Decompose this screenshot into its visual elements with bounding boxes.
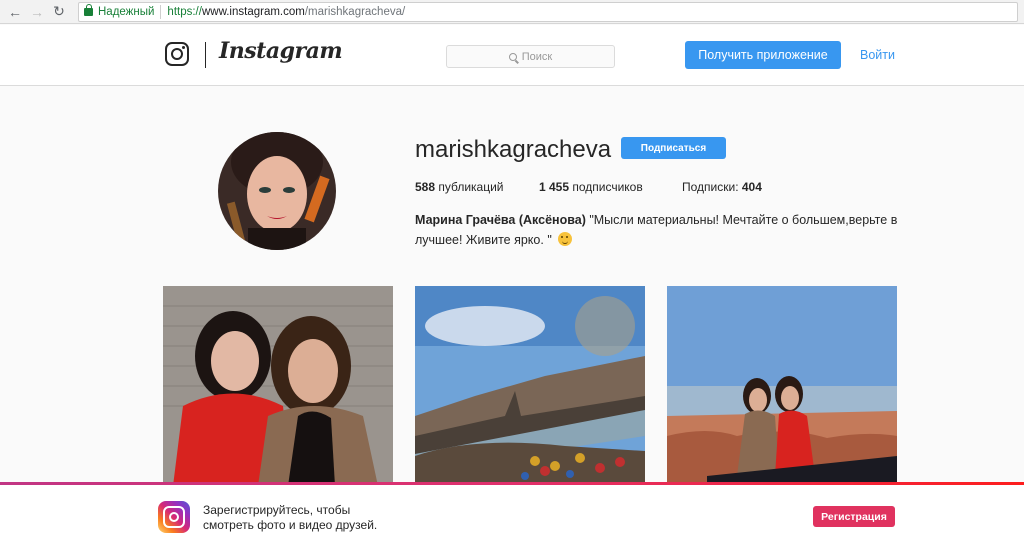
post-thumbnail-3[interactable]: [667, 286, 897, 486]
profile-bio: Марина Грачёва (Аксёнова) "Мысли материа…: [415, 210, 905, 250]
secure-label: Надежный: [98, 6, 155, 18]
follow-button[interactable]: Подписаться: [621, 137, 726, 159]
url-scheme: https://: [167, 6, 202, 18]
stat-following[interactable]: Подписки: 404: [682, 180, 762, 194]
search-input[interactable]: Поиск: [446, 45, 615, 68]
lock-icon: [84, 4, 93, 16]
banner-line-1: Зарегистрируйтесь, чтобы: [203, 503, 351, 517]
banner-text: Зарегистрируйтесь, чтобы смотреть фото и…: [203, 503, 377, 533]
profile-username: marishkagracheva: [415, 136, 612, 163]
bio-line-2: лучшее! Живите ярко. ": [415, 233, 556, 247]
browser-toolbar: ← → ↻ Надежный https://www.instagram.com…: [0, 0, 1024, 24]
post-thumbnail-1[interactable]: [163, 286, 393, 486]
posts-label: публикаций: [435, 180, 504, 194]
address-separator: [160, 5, 162, 19]
following-count: 404: [741, 180, 762, 194]
search-icon: [508, 52, 517, 61]
back-arrow-icon[interactable]: ←: [4, 1, 26, 23]
instagram-logo-icon: [158, 501, 190, 533]
forward-arrow-icon[interactable]: →: [26, 1, 48, 23]
profile-full-name: Марина Грачёва (Аксёнова): [415, 213, 586, 227]
get-app-button[interactable]: Получить приложение: [685, 41, 841, 69]
stat-posts: 588 публикаций: [415, 180, 539, 194]
smiley-emoji-icon: [558, 232, 573, 246]
followers-count: 1 455: [539, 180, 570, 194]
photo-two-women-prague-view-icon: [667, 286, 897, 486]
url-host: www.instagram.com: [201, 6, 305, 18]
stat-followers[interactable]: 1 455 подписчиков: [539, 180, 682, 194]
url-path: /marishkagracheva/: [304, 6, 406, 18]
header-divider: [205, 42, 206, 68]
reload-icon[interactable]: ↻: [48, 1, 70, 23]
posts-count: 588: [415, 180, 436, 194]
address-bar[interactable]: Надежный https://www.instagram.com/maris…: [78, 2, 1018, 22]
instagram-header: Instagram Поиск Получить приложение Войт…: [0, 25, 1024, 86]
signup-banner: Зарегистрируйтесь, чтобы смотреть фото и…: [0, 482, 1024, 546]
profile-avatar[interactable]: [218, 132, 336, 250]
bio-line-1: "Мысли материальны! Мечтайте о большем,в…: [585, 213, 898, 227]
post-thumbnail-2[interactable]: [415, 286, 645, 486]
search-placeholder: Поиск: [521, 50, 553, 63]
login-link[interactable]: Войти: [860, 48, 895, 62]
banner-gradient-stripe: [0, 482, 1024, 485]
photo-prague-charles-bridge-love-locks-icon: [415, 286, 645, 486]
following-label: Подписки:: [682, 180, 742, 194]
followers-label: подписчиков: [569, 180, 643, 194]
register-button[interactable]: Регистрация: [813, 506, 895, 527]
instagram-wordmark[interactable]: Instagram: [219, 38, 343, 64]
profile-stats: 588 публикаций 1 455 подписчиков Подписк…: [415, 180, 762, 194]
instagram-camera-icon[interactable]: [165, 42, 189, 66]
banner-line-2: смотреть фото и видео друзей.: [203, 518, 378, 532]
photo-two-women-red-coats-icon: [163, 286, 393, 486]
